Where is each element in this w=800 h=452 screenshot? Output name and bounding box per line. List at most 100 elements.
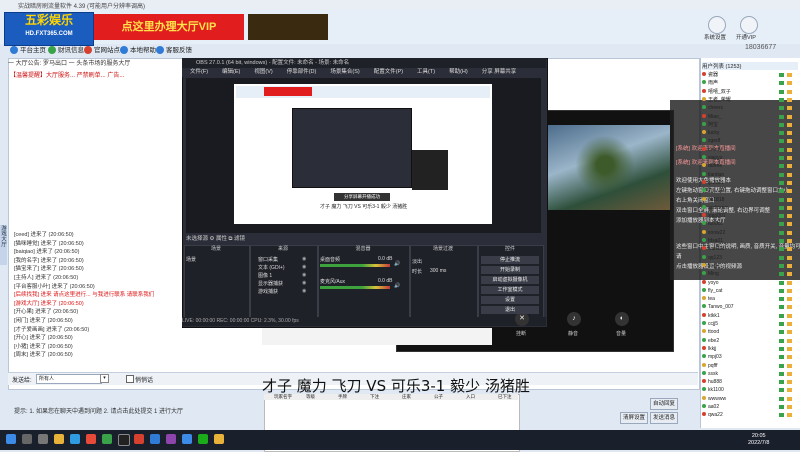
user-row[interactable]: Ming (702, 271, 798, 277)
clear-settings-button[interactable]: 清屏设置 (620, 412, 648, 424)
user-row[interactable]: Miao_ (702, 113, 798, 120)
user-row[interactable]: 王者_荣耀 (702, 96, 798, 103)
wechat-2-icon[interactable] (198, 434, 208, 444)
eye-icon[interactable]: ◉ (302, 256, 306, 262)
app-icon[interactable] (86, 434, 96, 444)
search-icon[interactable] (22, 434, 32, 444)
user-row[interactable]: ddfree (702, 163, 798, 169)
user-row[interactable]: xiaoyu (702, 155, 798, 161)
toolbar-button[interactable]: 平台主页 (10, 45, 46, 57)
obs-menu-item[interactable]: 停靠部件(D) (287, 69, 317, 75)
user-row[interactable]: kk1100 (702, 387, 798, 393)
user-row[interactable]: qwa22 (702, 412, 798, 418)
vip-icon[interactable] (740, 16, 758, 34)
eye-icon[interactable]: ◉ (302, 280, 306, 286)
obs-control-button[interactable]: 停止推流 (481, 256, 539, 264)
obs-menu-item[interactable]: 分享 屏幕共享 (482, 69, 517, 75)
user-row[interactable]: hu888 (702, 379, 798, 385)
source-item[interactable]: 游戏捕获 (258, 288, 278, 295)
user-row[interactable]: fly_cat (702, 287, 798, 294)
mic-icon[interactable]: ♪ (567, 312, 581, 326)
user-row[interactable]: asdmmm (702, 204, 798, 211)
eye-icon[interactable]: ◉ (302, 264, 306, 270)
user-row[interactable]: qq123 (702, 254, 798, 261)
transitions-dock[interactable] (410, 245, 478, 321)
user-row[interactable]: lucky (702, 130, 798, 136)
windows-start-icon[interactable] (6, 434, 16, 444)
source-item[interactable]: 文本 (GDI+) (258, 264, 285, 271)
user-row[interactable]: ttsgx (702, 262, 798, 269)
logo[interactable]: 五彩娱乐 HD.FXT365.COM (4, 12, 94, 46)
speaker-icon[interactable]: 🔊 (394, 283, 400, 289)
user-row[interactable]: ZBLUE (702, 188, 798, 194)
obs-control-button[interactable]: 退出 (481, 306, 539, 314)
user-row[interactable]: yoyo (702, 279, 798, 286)
file-explorer-icon[interactable] (54, 434, 64, 444)
toolbar-button[interactable]: 财讯信息 (48, 45, 84, 57)
user-row[interactable]: cherry (702, 146, 798, 153)
toolbar-button[interactable]: 本地帮助 (120, 45, 156, 57)
obs-control-button[interactable]: 启动虚拟摄像机 (481, 276, 539, 284)
toolbar-button[interactable]: 客服反馈 (156, 45, 192, 57)
vip-banner[interactable]: 点这里办理大厅VIP (94, 14, 244, 40)
send-button[interactable]: 发送消息 (650, 412, 678, 424)
obs-menu-item[interactable]: 文件(F) (190, 69, 208, 75)
user-row[interactable]: lkkjj (702, 345, 798, 352)
gear-icon[interactable] (708, 16, 726, 34)
whisper-checkbox[interactable] (126, 375, 134, 383)
speaker-icon[interactable]: ◐ (615, 312, 629, 326)
source-item[interactable]: 图像 1 (258, 272, 272, 279)
source-item[interactable]: 窗口采集 (258, 256, 278, 263)
auto-reply-button[interactable]: 自动回复 (650, 398, 678, 410)
obs-control-button[interactable]: 开始录制 (481, 266, 539, 274)
user-row[interactable]: 嘻嘻_双子 (702, 88, 798, 95)
obs-control-button[interactable]: 工作室模式 (481, 286, 539, 294)
user-row[interactable]: snow22 (702, 229, 798, 236)
user-row[interactable]: fdsa01 (702, 238, 798, 244)
scene-item[interactable]: 场景 (186, 256, 196, 263)
user-row[interactable]: sssk (702, 370, 798, 377)
eye-icon[interactable]: ◉ (302, 272, 306, 278)
hangup-icon[interactable]: ✕ (515, 312, 529, 326)
user-row[interactable]: tiantian (702, 171, 798, 178)
user-row[interactable]: 雨声 (702, 80, 798, 86)
promo-banner[interactable] (248, 14, 328, 40)
user-row[interactable]: zgedf (702, 138, 798, 144)
lottery-app-icon[interactable] (134, 434, 144, 444)
user-row[interactable]: ok1818 (702, 196, 798, 203)
folder-icon[interactable] (214, 434, 224, 444)
browser-icon[interactable] (150, 434, 160, 444)
source-item[interactable]: 显示器捕获 (258, 280, 283, 287)
user-row[interactable]: ktkk1 (702, 312, 798, 319)
media-icon[interactable] (166, 434, 176, 444)
eye-icon[interactable]: ◉ (302, 288, 306, 294)
edge-icon[interactable] (70, 434, 80, 444)
user-row[interactable]: Tanwo_007 (702, 304, 798, 310)
user-row[interactable]: xiao001 (702, 213, 798, 219)
obs-menu-item[interactable]: 视图(V) (254, 69, 272, 75)
user-row[interactable]: mpj03 (702, 354, 798, 360)
user-row[interactable]: ccjj5 (702, 321, 798, 327)
user-row[interactable]: 瓷器 (702, 72, 798, 78)
clock[interactable]: 20:05 2022/7/8 (748, 433, 769, 447)
speaker-icon[interactable]: 🔊 (394, 261, 400, 267)
user-row[interactable]: pqfff (702, 362, 798, 369)
obs-icon[interactable] (118, 434, 130, 446)
user-row[interactable]: tea (702, 296, 798, 302)
user-row[interactable]: ttood (702, 329, 798, 335)
user-row[interactable]: aa02 (702, 404, 798, 410)
user-row[interactable]: ljs2021 (702, 179, 798, 186)
obs-menu-item[interactable]: 编辑(E) (222, 69, 240, 75)
obs-menu-item[interactable]: 场景集合(S) (330, 69, 359, 75)
user-row[interactable]: ebe2 (702, 337, 798, 344)
user-row[interactable]: ivan111 (702, 246, 798, 252)
obs-menu-item[interactable]: 配置文件(P) (374, 69, 403, 75)
user-row[interactable]: wwwww (702, 395, 798, 402)
chat-app-icon[interactable] (182, 434, 192, 444)
wechat-icon[interactable] (102, 434, 112, 444)
obs-menu-item[interactable]: 帮助(H) (449, 69, 468, 75)
user-row[interactable]: fu00cc (702, 221, 798, 227)
duration-input[interactable]: 300 ms (430, 268, 446, 274)
task-view-icon[interactable] (38, 434, 48, 444)
side-tab[interactable]: 游戏大厅 (0, 225, 7, 265)
